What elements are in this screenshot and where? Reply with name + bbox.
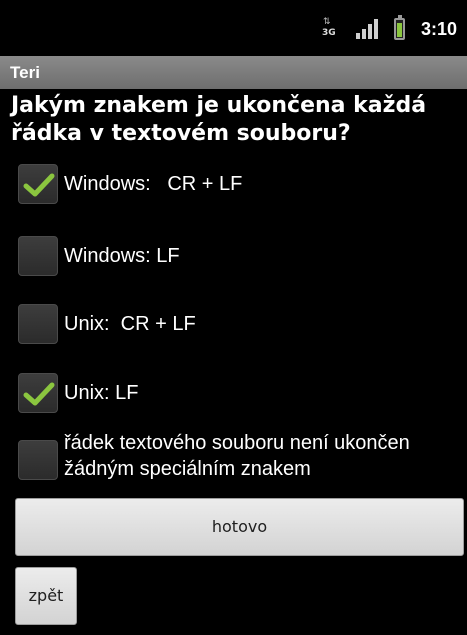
network-3g-icon: ⇅ 3G (321, 17, 336, 39)
question-text: Jakým znakem je ukončena každá řádka v t… (11, 93, 427, 146)
battery-icon (393, 15, 405, 40)
option-3-label[interactable]: Unix: CR + LF (64, 311, 196, 337)
option-2[interactable]: Windows: LF (18, 226, 463, 286)
checkmark-icon (23, 173, 55, 197)
option-5-checkbox[interactable] (18, 440, 58, 480)
status-time: 3:10 (420, 18, 457, 39)
option-4-checkbox[interactable] (18, 373, 58, 413)
option-5-label[interactable]: řádek textového souboru není ukončen žád… (64, 430, 410, 482)
checkmark-icon (23, 382, 55, 406)
app-title-bar: Teri (0, 56, 467, 89)
signal-strength-icon (355, 19, 378, 39)
option-3-checkbox[interactable] (18, 304, 58, 344)
option-5[interactable]: řádek textového souboru není ukončen žád… (18, 430, 463, 490)
option-2-checkbox[interactable] (18, 236, 58, 276)
status-icons: ⇅ 3G 3:10 (322, 14, 457, 44)
option-1-checkbox[interactable] (18, 164, 58, 204)
back-button[interactable]: zpět (15, 567, 77, 625)
network-label: 3G (321, 28, 336, 38)
option-1-label[interactable]: Windows: CR + LF (64, 171, 242, 197)
battery-level (396, 23, 402, 37)
option-3[interactable]: Unix: CR + LF (18, 294, 463, 354)
option-1[interactable]: Windows: CR + LF (18, 154, 463, 214)
option-4[interactable]: Unix: LF (18, 363, 463, 423)
option-4-label[interactable]: Unix: LF (64, 380, 138, 406)
app-title: Teri (10, 63, 40, 82)
done-button[interactable]: hotovo (15, 498, 464, 556)
status-bar: ⇅ 3G 3:10 (0, 0, 467, 56)
option-2-label[interactable]: Windows: LF (64, 243, 180, 269)
